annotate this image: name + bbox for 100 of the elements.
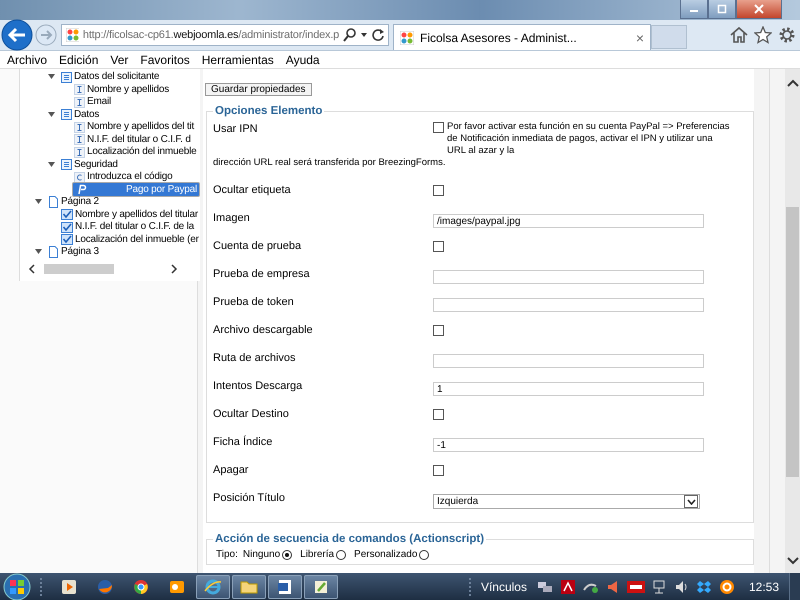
tree-item[interactable]: Página 3 [46, 246, 101, 258]
dropdown[interactable]: Izquierda [433, 494, 700, 509]
field-label: Ruta de archivos [213, 351, 297, 364]
tree-item[interactable]: Nombre y apellidos del titular [59, 208, 200, 221]
menu-item[interactable]: Ayuda [278, 52, 325, 66]
text-field[interactable] [433, 354, 704, 368]
folder-icon[interactable] [232, 575, 266, 599]
speaker-icon[interactable] [606, 580, 619, 594]
refresh-icon[interactable] [371, 28, 384, 42]
save-button[interactable]: Guardar propiedades [205, 83, 312, 96]
fieldset-title: Acción de secuencia de comandos (Actionscript) [214, 533, 486, 545]
expand-arrow-icon[interactable] [35, 249, 42, 256]
back-button[interactable] [1, 19, 33, 51]
radio-label: Ninguno [242, 549, 280, 560]
field-label: Archivo descargable [213, 323, 314, 336]
page-icon [48, 246, 59, 258]
address-field[interactable]: http://ficolsac-cp61.webjoomla.es/administrator/index.p [61, 24, 389, 46]
text-field-icon [74, 96, 85, 108]
horizontal-scrollbar[interactable] [28, 262, 178, 274]
links-toolbar-label[interactable]: Vínculos [480, 580, 527, 594]
menu-item[interactable]: Edición [52, 52, 104, 66]
tree-item[interactable]: Datos [59, 108, 102, 121]
checkbox[interactable] [433, 122, 444, 133]
radio-button[interactable] [419, 550, 430, 560]
pdf-icon[interactable] [560, 580, 575, 594]
star-icon[interactable] [754, 26, 772, 44]
close-icon [753, 4, 765, 14]
search-icon[interactable] [343, 28, 368, 42]
field-label: Prueba de empresa [213, 267, 311, 280]
text-field[interactable]: 1 [433, 382, 704, 396]
tree-item[interactable]: Localización del inmueble (er [59, 234, 201, 246]
settings-icon[interactable] [778, 26, 796, 44]
expand-arrow-icon[interactable] [48, 74, 55, 80]
circle-app-icon[interactable] [718, 579, 735, 595]
notepad-icon[interactable] [304, 575, 338, 599]
browser-icon[interactable] [196, 575, 230, 599]
network-icon[interactable] [652, 580, 667, 594]
scroll-down-icon[interactable] [786, 557, 798, 565]
tab-close-button[interactable]: × [636, 30, 644, 46]
volume-icon[interactable] [674, 580, 689, 594]
tree-item[interactable]: Localización del inmueble [72, 146, 199, 158]
text-field[interactable] [433, 270, 704, 284]
letter-c-icon [74, 172, 85, 183]
tree-item[interactable]: Nombre y apellidos del tit [72, 121, 196, 134]
checkbox[interactable] [433, 241, 444, 252]
checkbox[interactable] [433, 465, 444, 476]
text-field[interactable]: /images/paypal.jpg [433, 214, 704, 228]
field-label: Imagen [213, 211, 251, 224]
field-label: Usar IPN [213, 122, 259, 135]
radio-button[interactable] [336, 550, 346, 560]
browser-tab[interactable]: Ficolsa Asesores - Administ... × [393, 24, 651, 50]
checkbox[interactable] [433, 409, 444, 420]
tab-title: Ficolsa Asesores - Administ... [420, 30, 578, 44]
radio-button[interactable] [282, 550, 292, 560]
help-text: Por favor activar esta función en su cuenta PayPal => Preferencias de Notificación inmediata de pagos, activar el IPN y utilizar una URL al azar y la [447, 121, 731, 157]
expand-arrow-icon[interactable] [48, 112, 55, 118]
tree-item[interactable]: N.I.F. del titular o C.I.F. de la [59, 221, 196, 234]
tree-item[interactable]: Página 2 [46, 196, 101, 208]
scroll-left-icon[interactable] [28, 264, 36, 274]
text-field[interactable]: -1 [433, 438, 704, 452]
tree-item[interactable]: Seguridad [59, 158, 120, 171]
menu-item[interactable]: Favoritos [133, 52, 195, 66]
tree-item[interactable]: N.I.F. del titular o C.I.F. d [72, 134, 193, 146]
vertical-scrollbar[interactable] [785, 69, 800, 573]
network-icon[interactable] [536, 580, 553, 594]
scroll-right-icon[interactable] [170, 264, 178, 274]
document-icon[interactable] [268, 575, 302, 599]
tree-item[interactable]: Nombre y apellidos [72, 84, 171, 96]
tree-item[interactable]: Email [72, 96, 114, 108]
text-field-icon [74, 134, 85, 146]
clock: 12:53 [748, 580, 779, 594]
field-label: Tipo: [216, 549, 238, 560]
tree-item[interactable]: Datos del solicitante [59, 71, 162, 84]
caret-icon[interactable] [686, 498, 696, 504]
text-field[interactable] [433, 298, 704, 312]
field-label: Posición Título [213, 491, 286, 504]
checkbox-icon [61, 222, 73, 233]
checkbox-icon [61, 209, 73, 220]
menu-item[interactable]: Herramientas [194, 52, 279, 66]
list-icon [61, 159, 72, 170]
field-label: Intentos Descarga [213, 379, 304, 392]
menu-item[interactable]: Ver [103, 52, 134, 66]
home-icon[interactable] [730, 26, 748, 44]
field-label: Ocultar Destino [213, 407, 290, 420]
radio-label: Personalizado [354, 549, 418, 560]
tree-item[interactable]: Pago por Paypal [72, 182, 200, 198]
checkbox[interactable] [433, 185, 444, 196]
minimize-button[interactable] [680, 0, 708, 19]
maximize-button[interactable] [708, 0, 736, 19]
site-icon [66, 28, 79, 42]
checkbox[interactable] [433, 325, 444, 336]
checkbox-icon [61, 234, 73, 246]
scroll-up-icon[interactable] [786, 79, 798, 87]
list-icon [61, 72, 72, 83]
tree-item[interactable]: Introduzca el código [72, 171, 175, 184]
close-button[interactable] [736, 0, 782, 19]
field-label: Apagar [213, 463, 250, 476]
expand-arrow-icon[interactable] [35, 199, 42, 206]
menu-item[interactable]: Archivo [0, 52, 52, 66]
expand-arrow-icon[interactable] [48, 162, 55, 168]
